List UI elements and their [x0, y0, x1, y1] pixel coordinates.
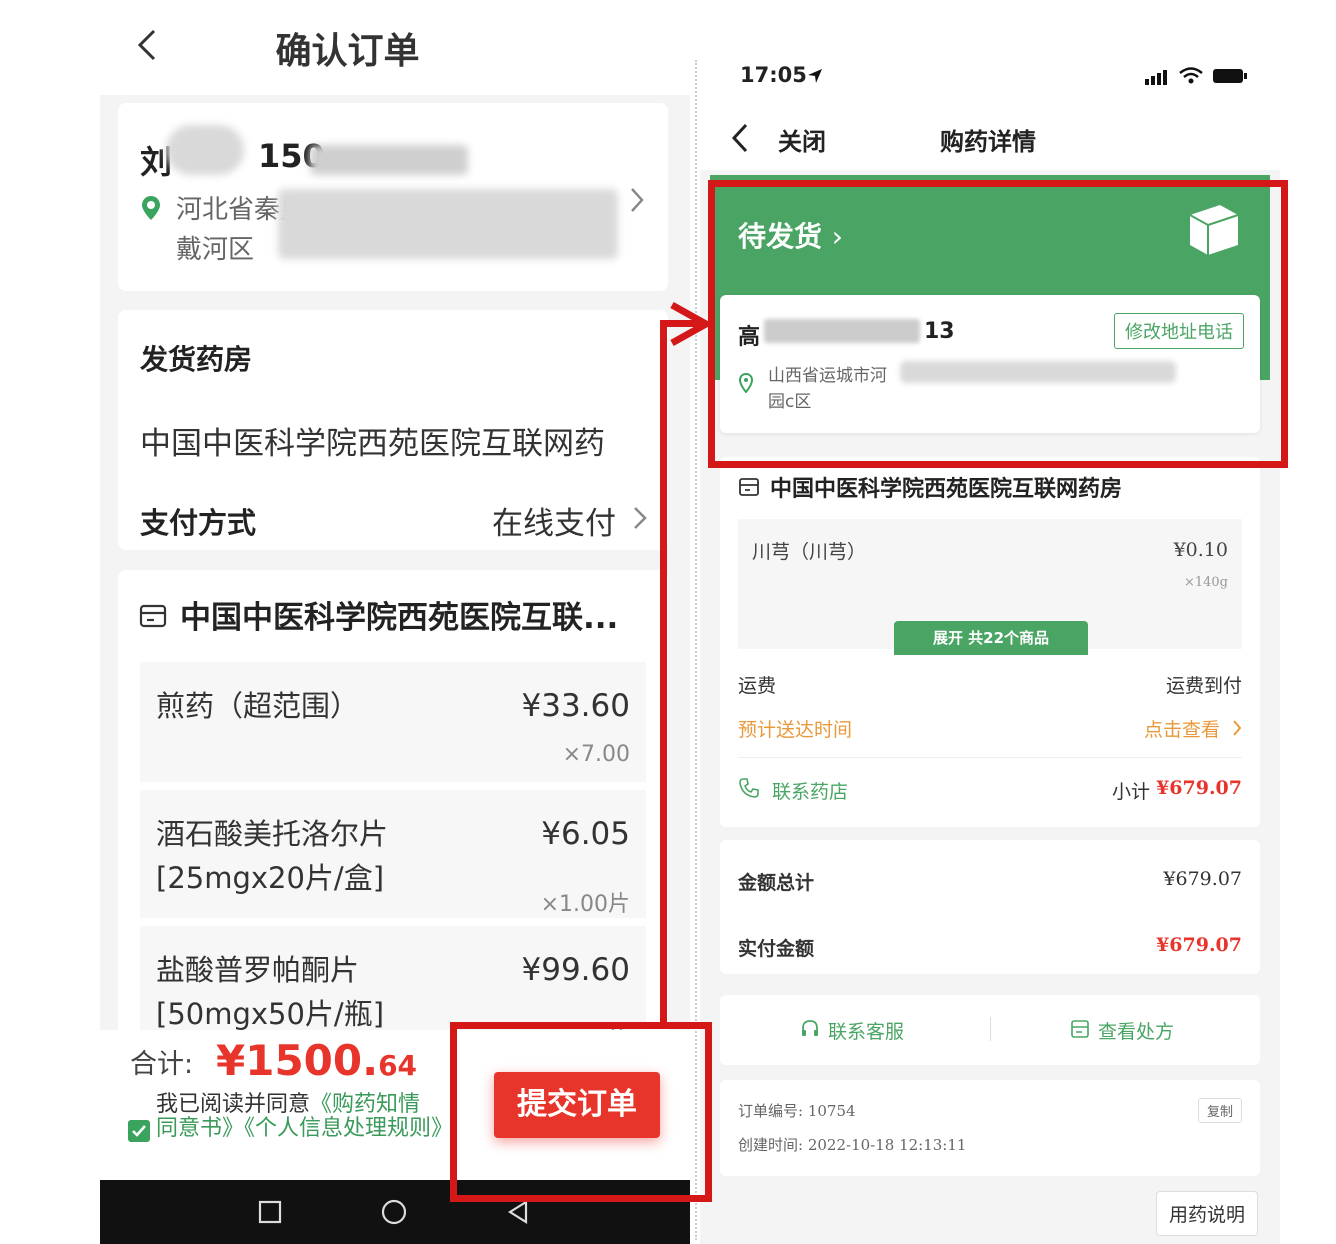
total-label: 合计: [130, 1049, 194, 1080]
headset-icon [802, 1020, 818, 1036]
back-arrow-icon[interactable] [730, 122, 750, 154]
store-name: 中国中医科学院西苑医院互联网药房 [770, 477, 1123, 502]
privacy-rules-link[interactable]: 同意书》《个人信息处理规则》 [156, 1114, 456, 1144]
signal-icon [1145, 70, 1167, 85]
item-price: ¥0.10 [1173, 539, 1228, 561]
store-icon [139, 604, 167, 628]
view-prescription-button[interactable]: 查看处方 [1098, 1017, 1174, 1044]
top-bar: 确认订单 [100, 0, 690, 95]
expand-items-button[interactable]: 展开 共22个商品 [894, 621, 1088, 655]
redacted-phone [310, 145, 468, 175]
total-value: ¥679.07 [1163, 868, 1242, 890]
order-number: 订单编号: 10754 [738, 1102, 856, 1120]
copy-button[interactable]: 复制 [1197, 1098, 1242, 1123]
item-name: 川芎（川芎） [752, 541, 867, 563]
item-name: 煎药（超范围） [156, 689, 360, 723]
highlight-box-submit [450, 1022, 712, 1202]
order-info-card: 订单编号: 10754 创建时间: 2022-10-18 12:13:11 复制 [720, 1080, 1260, 1176]
contact-pharmacy-button[interactable]: 联系药店 [772, 777, 848, 804]
agreement-checkbox[interactable] [128, 1120, 150, 1142]
subtotal-label: 小计 [1111, 781, 1150, 803]
total-label: 金额总计 [738, 872, 815, 894]
subtotal-value: ¥679.07 [1156, 777, 1242, 799]
chevron-right-icon [631, 188, 644, 212]
usage-instructions-button[interactable]: 用药说明 [1155, 1191, 1258, 1236]
address-line-2: 戴河区 [176, 235, 255, 265]
list-item: 煎药（超范围） ¥33.60 ×7.00 [140, 662, 646, 782]
home-icon[interactable] [380, 1198, 408, 1226]
close-button[interactable]: 关闭 [778, 122, 826, 157]
battery-icon [1213, 69, 1247, 83]
arrow-head-icon [670, 301, 714, 347]
connector-line [660, 320, 667, 1028]
chevron-right-icon [634, 507, 647, 529]
payment-label: 支付方式 [140, 506, 257, 540]
location-arrow-icon [808, 69, 822, 83]
eta-view-link[interactable]: 点击查看 [1144, 715, 1220, 742]
pharmacy-name: 中国中医科学院西苑医院互联网药 [140, 426, 605, 462]
back-triangle-icon[interactable] [504, 1198, 532, 1226]
store-name: 中国中医科学院西苑医院互联... [180, 600, 619, 636]
list-item: 酒石酸美托洛尔片[25mgx20片/盒] ¥6.05 ×1.00片 [140, 790, 646, 918]
item-price: ¥99.60 [521, 952, 630, 988]
address-card[interactable]: 刘 150 河北省秦皇 戴河区 [118, 103, 668, 291]
redacted-name [166, 125, 244, 175]
recents-icon[interactable] [256, 1198, 284, 1226]
chevron-right-icon [1233, 720, 1242, 736]
status-time: 17:05 [740, 63, 807, 87]
page-title: 确认订单 [275, 31, 420, 72]
pharmacy-order-card: 中国中医科学院西苑医院互联网药房 川芎（川芎） ¥0.10 ×140g 展开 共… [720, 457, 1260, 827]
total-amount-cents: 64 [378, 1049, 418, 1082]
nav-bar: 关闭 购药详情 [700, 100, 1280, 170]
item-price: ¥6.05 [541, 816, 630, 852]
checkmark-icon [132, 1125, 146, 1137]
pharmacy-card: 发货药房 中国中医科学院西苑医院互联网药 支付方式 在线支付 [118, 310, 668, 550]
total-amount-main: ¥1500. [216, 1036, 379, 1085]
location-pin-icon [142, 196, 160, 220]
item-name: 酒石酸美托洛尔片[25mgx20片/盒] [156, 817, 389, 895]
item-qty: ×7.00 [562, 742, 630, 767]
highlight-box-address [708, 180, 1288, 468]
payment-summary-card: 金额总计 ¥679.07 实付金额 ¥679.07 [720, 840, 1260, 974]
order-items-card: 中国中医科学院西苑医院互联... 煎药（超范围） ¥33.60 ×7.00 酒石… [118, 570, 668, 1056]
payment-method-selector[interactable]: 在线支付 [492, 498, 616, 543]
created-time: 创建时间: 2022-10-18 12:13:11 [738, 1136, 967, 1154]
page-title: 购药详情 [940, 128, 1036, 156]
divider [738, 757, 1242, 758]
status-bar: 17:05 [700, 55, 1280, 100]
store-icon [739, 478, 759, 496]
item-qty: ×140g [1183, 575, 1228, 590]
phone-icon [739, 778, 759, 798]
item-price: ¥33.60 [521, 688, 630, 724]
paid-label: 实付金额 [738, 938, 815, 960]
paid-value: ¥679.07 [1156, 934, 1242, 956]
total-amount: ¥1500.64 [216, 1036, 417, 1085]
redacted-address [278, 189, 618, 259]
wifi-icon [1179, 67, 1203, 84]
prescription-icon [1071, 1020, 1089, 1038]
item-qty: ×1.00片 [540, 892, 630, 917]
item-name: 盐酸普罗帕酮片[50mgx50片/瓶] [156, 953, 385, 1031]
actions-card: 联系客服 查看处方 [720, 995, 1260, 1065]
customer-service-button[interactable]: 联系客服 [828, 1017, 904, 1044]
pharmacy-label: 发货药房 [140, 343, 253, 376]
divider [990, 1017, 991, 1041]
shipping-value: 运费到付 [1165, 675, 1242, 697]
